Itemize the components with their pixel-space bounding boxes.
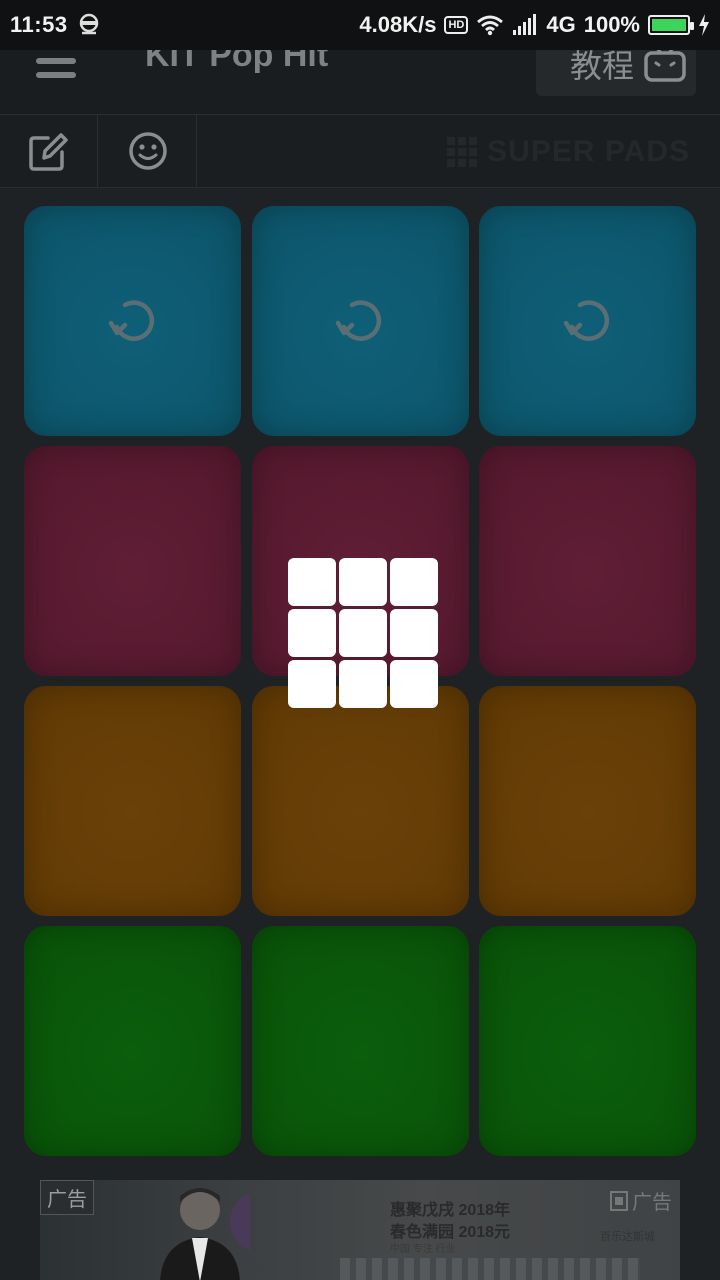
pad-blue-1[interactable]: [24, 206, 241, 436]
pad-orange-3[interactable]: [479, 686, 696, 916]
ad-building-image: [340, 1258, 640, 1280]
pad-blue-3[interactable]: [479, 206, 696, 436]
pad-red-1[interactable]: [24, 446, 241, 676]
pad-orange-2[interactable]: [251, 686, 469, 916]
pad-green-2[interactable]: [251, 926, 469, 1156]
ad-line-1: 惠聚戊戌 2018年: [390, 1202, 511, 1219]
battery-icon: [648, 15, 694, 35]
edit-icon: [28, 133, 68, 171]
loading-grid-icon: [288, 558, 438, 708]
loop-icon: [108, 300, 154, 341]
network-speed: 4.08K/s: [359, 12, 437, 37]
wifi-icon: [477, 15, 504, 36]
loop-icon: [563, 300, 609, 341]
pad-green-1[interactable]: [24, 926, 241, 1156]
status-left: 11:53: [10, 12, 102, 38]
network-type: 4G: [546, 12, 576, 37]
pad-orange-1[interactable]: [24, 686, 241, 916]
ad-tag-right: 广告: [610, 1186, 672, 1215]
ad-logo-icon: [610, 1190, 628, 1211]
battery-level: [652, 19, 686, 31]
tv-icon: [644, 46, 686, 82]
grid-icon: [447, 137, 478, 167]
super-pads-logo: SUPER PADS: [447, 135, 690, 169]
loop-icon: [335, 300, 382, 341]
emoji-button[interactable]: [99, 115, 197, 187]
ad-line-3: 中国 专注 行业: [390, 1244, 456, 1255]
status-time: 11:53: [10, 12, 68, 37]
pad-red-3[interactable]: [479, 446, 696, 676]
pad-blue-2[interactable]: [251, 206, 469, 436]
ad-tag-right-label: 广告: [632, 1192, 672, 1214]
ad-line-2: 春色满园 2018元: [390, 1224, 511, 1241]
battery-percent: 100%: [583, 12, 640, 37]
status-bar: 11:53 4.08K/s HD 4G 100%: [0, 0, 720, 50]
app-header: KIT Pop Hit 教程: [0, 32, 720, 115]
status-right: 4.08K/s HD 4G 100%: [359, 12, 710, 38]
toolbar: SUPER PADS: [0, 115, 720, 188]
charging-icon: [699, 14, 709, 36]
edit-button[interactable]: [0, 115, 98, 187]
ad-tag: 广告: [40, 1180, 94, 1215]
ad-person-image: [160, 1188, 250, 1280]
super-pads-label: SUPER PADS: [487, 135, 690, 168]
smiley-icon: [128, 132, 167, 170]
notification-icon: [79, 13, 98, 35]
ad-banner[interactable]: 广告 惠聚戊戌 2018年 春色满园 2018元 中国 专注 行业 百乐达斯城 …: [40, 1180, 680, 1280]
ad-brand: 百乐达斯城: [600, 1231, 655, 1243]
hd-badge: HD: [444, 16, 469, 34]
pad-green-3[interactable]: [479, 926, 696, 1156]
signal-icon: [513, 14, 537, 35]
